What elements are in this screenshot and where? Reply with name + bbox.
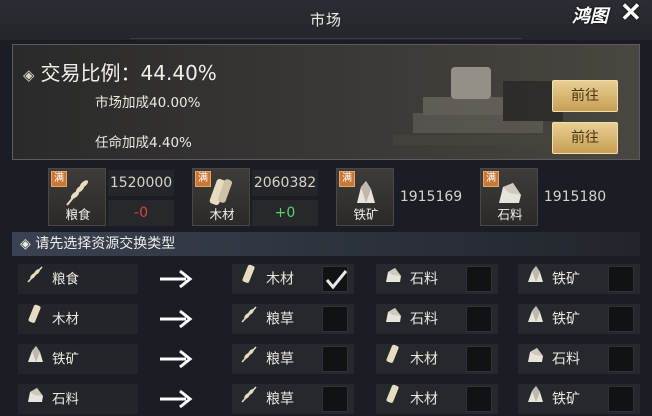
option-checkbox[interactable] xyxy=(608,306,634,332)
option-label: 石料 xyxy=(410,311,438,328)
ore-icon xyxy=(357,181,375,203)
option-checkbox[interactable] xyxy=(322,266,348,292)
exchange-source: 粮食 xyxy=(18,264,138,294)
resource-name: 铁矿 xyxy=(353,207,379,222)
wood-icon xyxy=(238,264,260,295)
game-logo: 鸿图 ✕ xyxy=(572,0,648,38)
exchange-row: 粮食 木材 石料 铁矿 xyxy=(12,262,640,296)
stone-icon xyxy=(524,344,546,375)
arrow-right-icon xyxy=(160,309,193,329)
resource-name: 石料 xyxy=(497,207,523,222)
trade-ratio-text: 交易比例：44.40% xyxy=(40,61,217,85)
option-label: 石料 xyxy=(410,271,438,288)
grain-icon xyxy=(238,344,260,375)
option-checkbox[interactable] xyxy=(608,386,634,412)
exchange-option[interactable]: 粮草 xyxy=(232,344,354,374)
exchange-type-title: 请先选择资源交换类型 xyxy=(35,236,176,252)
page-title: 市场 xyxy=(309,11,342,29)
ore-icon xyxy=(524,264,546,295)
option-checkbox[interactable] xyxy=(608,346,634,372)
grain-icon xyxy=(24,264,46,295)
option-checkbox[interactable] xyxy=(466,346,492,372)
option-label: 铁矿 xyxy=(552,311,580,328)
option-label: 木材 xyxy=(410,351,438,368)
option-label: 粮草 xyxy=(266,351,294,368)
exchange-row: 石料 粮草 木材 铁矿 xyxy=(12,382,640,416)
resource-delta: -0 xyxy=(108,200,174,226)
market-bonus-text: 市场加成40.00% xyxy=(95,95,201,111)
stone-icon xyxy=(499,183,521,203)
option-label: 铁矿 xyxy=(552,271,580,288)
resource-amount: 2060382 xyxy=(252,170,318,196)
exchange-source: 铁矿 xyxy=(18,344,138,374)
resource-amount: 1915180 xyxy=(543,189,607,205)
resource-amount: 1520000 xyxy=(108,170,174,196)
stone-icon xyxy=(382,264,404,295)
exchange-type-header: ◈ 请先选择资源交换类型 xyxy=(12,232,640,256)
appoint-bonus-go-button[interactable]: 前往 xyxy=(552,122,618,154)
grain-icon xyxy=(238,304,260,335)
exchange-source: 石料 xyxy=(18,384,138,414)
source-label: 铁矿 xyxy=(52,351,79,368)
market-bonus-go-button[interactable]: 前往 xyxy=(552,80,618,112)
wood-icon xyxy=(382,344,404,375)
trade-ratio-label: ◈ 交易比例：44.40% xyxy=(23,57,217,86)
resource-amount: 1915169 xyxy=(399,189,463,205)
exchange-option[interactable]: 木材 xyxy=(232,264,354,294)
wood-icon xyxy=(24,304,46,335)
exchange-row: 木材 粮草 石料 铁矿 xyxy=(12,302,640,336)
option-label: 木材 xyxy=(266,271,294,288)
source-label: 粮食 xyxy=(52,271,79,288)
diamond-bullet-icon: ◈ xyxy=(20,236,36,252)
exchange-option[interactable]: 铁矿 xyxy=(518,264,640,294)
exchange-option[interactable]: 石料 xyxy=(376,304,498,334)
exchange-option[interactable]: 木材 xyxy=(376,344,498,374)
exchange-option[interactable]: 石料 xyxy=(376,264,498,294)
option-checkbox[interactable] xyxy=(466,386,492,412)
resource-icon-frame: 满 石料 xyxy=(480,168,538,226)
option-checkbox[interactable] xyxy=(466,306,492,332)
diamond-bullet-icon: ◈ xyxy=(23,66,35,84)
arrow-right-icon xyxy=(160,269,193,289)
arrow-right-icon xyxy=(160,349,193,369)
option-label: 粮草 xyxy=(266,311,294,328)
option-checkbox[interactable] xyxy=(466,266,492,292)
logo-text: 鸿图 xyxy=(572,6,608,27)
option-checkbox[interactable] xyxy=(322,386,348,412)
resource-icon-frame: 满 粮食 xyxy=(48,168,106,226)
arrow-right-icon xyxy=(160,389,193,409)
ore-icon xyxy=(524,304,546,335)
appoint-bonus-text: 任命加成4.40% xyxy=(95,135,192,151)
resource-icon-frame: 满 铁矿 xyxy=(336,168,394,226)
option-checkbox[interactable] xyxy=(608,266,634,292)
grain-icon xyxy=(66,180,89,206)
exchange-option[interactable]: 木材 xyxy=(376,384,498,414)
exchange-option[interactable]: 粮草 xyxy=(232,304,354,334)
resource-name: 粮食 xyxy=(65,207,91,222)
logo-swords-icon: ✕ xyxy=(620,0,642,28)
resource-delta: +0 xyxy=(252,200,318,226)
source-label: 木材 xyxy=(52,311,79,328)
option-checkbox[interactable] xyxy=(322,346,348,372)
exchange-option[interactable]: 铁矿 xyxy=(518,304,640,334)
resource-name: 木材 xyxy=(209,207,235,222)
option-checkbox[interactable] xyxy=(322,306,348,332)
exchange-row: 铁矿 粮草 木材 石料 xyxy=(12,342,640,376)
exchange-option[interactable]: 铁矿 xyxy=(518,384,640,414)
exchange-source: 木材 xyxy=(18,304,138,334)
exchange-option[interactable]: 石料 xyxy=(518,344,640,374)
checkmark-icon xyxy=(325,270,348,290)
ore-icon xyxy=(24,344,46,375)
resource-icon-frame: 满 木材 xyxy=(192,168,250,226)
stone-icon xyxy=(382,304,404,335)
wood-icon xyxy=(209,178,233,206)
exchange-option[interactable]: 粮草 xyxy=(232,384,354,414)
option-label: 石料 xyxy=(552,351,580,368)
trade-ratio-panel: ◈ 交易比例：44.40% 市场加成40.00% 任命加成4.40% 前往 前往 xyxy=(12,44,640,160)
